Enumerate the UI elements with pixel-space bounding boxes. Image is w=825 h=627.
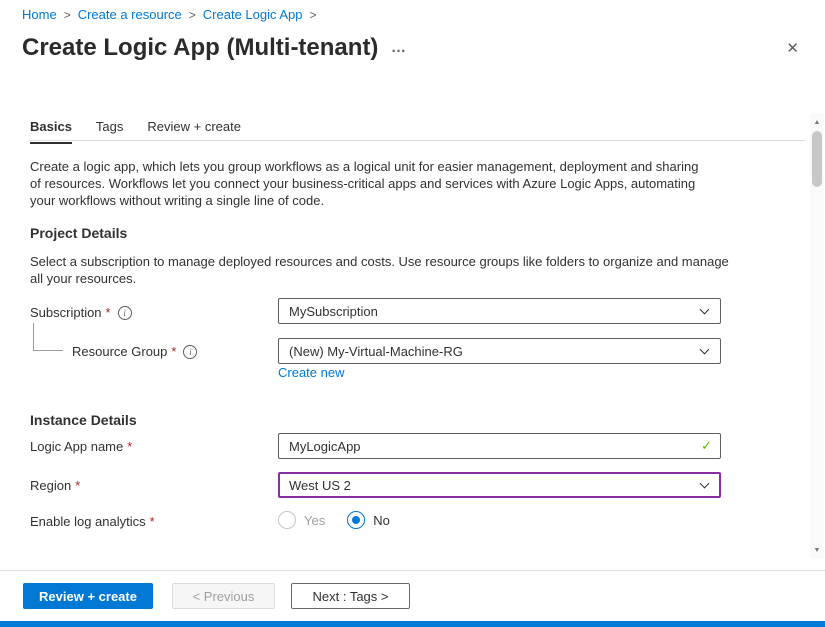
required-asterisk: * (127, 439, 132, 454)
chevron-down-icon (700, 345, 710, 355)
chevron-down-icon (700, 479, 710, 489)
info-icon[interactable]: i (183, 345, 197, 359)
bottom-edge-bar (0, 621, 825, 627)
region-control: West US 2 (278, 472, 721, 498)
region-label: Region * (30, 478, 80, 493)
required-asterisk: * (150, 514, 155, 529)
instance-details-heading: Instance Details (30, 412, 137, 428)
project-details-heading: Project Details (30, 225, 127, 241)
review-create-button[interactable]: Review + create (23, 583, 153, 609)
subscription-label-text: Subscription (30, 305, 102, 320)
breadcrumb-create-a-resource[interactable]: Create a resource (78, 7, 182, 22)
radio-circle-icon (347, 511, 365, 529)
breadcrumb-separator: > (310, 8, 317, 22)
logic-app-name-control: ✓ (278, 433, 721, 459)
breadcrumb-separator: > (189, 8, 196, 22)
scrollbar-thumb[interactable] (812, 131, 822, 187)
radio-label-no: No (373, 513, 390, 528)
info-icon[interactable]: i (118, 306, 132, 320)
region-value: West US 2 (289, 478, 351, 493)
subscription-control: MySubscription (278, 298, 721, 324)
radio-circle-icon (278, 511, 296, 529)
breadcrumb-home[interactable]: Home (22, 7, 57, 22)
region-label-text: Region (30, 478, 71, 493)
log-analytics-no-radio[interactable]: No (347, 511, 390, 529)
subscription-value: MySubscription (289, 304, 378, 319)
breadcrumb-separator: > (64, 8, 71, 22)
project-details-description: Select a subscription to manage deployed… (30, 253, 730, 287)
scrollbar[interactable]: ▲ ▼ (810, 113, 824, 559)
logic-app-name-label-text: Logic App name (30, 439, 123, 454)
log-analytics-radio-group: Yes No (278, 511, 390, 529)
logic-app-name-label: Logic App name * (30, 439, 132, 454)
close-icon[interactable]: ✕ (786, 39, 799, 57)
resource-group-control: (New) My-Virtual-Machine-RG (278, 338, 721, 364)
log-analytics-yes-radio[interactable]: Yes (278, 511, 325, 529)
breadcrumb: Home > Create a resource > Create Logic … (22, 7, 317, 22)
previous-button: < Previous (172, 583, 275, 609)
resource-group-label-text: Resource Group (72, 344, 167, 359)
scroll-down-icon[interactable]: ▼ (810, 543, 824, 557)
next-tags-button[interactable]: Next : Tags > (291, 583, 410, 609)
valid-check-icon: ✓ (701, 438, 712, 454)
resource-group-value: (New) My-Virtual-Machine-RG (289, 344, 463, 359)
scroll-up-icon[interactable]: ▲ (810, 115, 824, 129)
required-asterisk: * (75, 478, 80, 493)
log-analytics-label-text: Enable log analytics (30, 514, 146, 529)
tree-connector-line (33, 323, 63, 351)
radio-label-yes: Yes (304, 513, 325, 528)
required-asterisk: * (171, 344, 176, 359)
create-logic-app-page: Home > Create a resource > Create Logic … (0, 0, 825, 627)
breadcrumb-create-logic-app[interactable]: Create Logic App (203, 7, 303, 22)
create-new-link[interactable]: Create new (278, 365, 344, 380)
subscription-dropdown[interactable]: MySubscription (278, 298, 721, 324)
required-asterisk: * (106, 305, 111, 320)
page-title: Create Logic App (Multi-tenant) (22, 34, 378, 62)
chevron-down-icon (700, 305, 710, 315)
resource-group-dropdown[interactable]: (New) My-Virtual-Machine-RG (278, 338, 721, 364)
subscription-label: Subscription * i (30, 305, 132, 320)
logic-app-name-input[interactable] (278, 433, 721, 459)
footer-divider (0, 570, 825, 571)
resource-group-label: Resource Group * i (72, 344, 197, 359)
log-analytics-label: Enable log analytics * (30, 514, 155, 529)
region-dropdown[interactable]: West US 2 (278, 472, 721, 498)
intro-text: Create a logic app, which lets you group… (30, 158, 708, 209)
more-options-icon[interactable]: … (391, 39, 407, 56)
tab-divider (30, 140, 805, 141)
